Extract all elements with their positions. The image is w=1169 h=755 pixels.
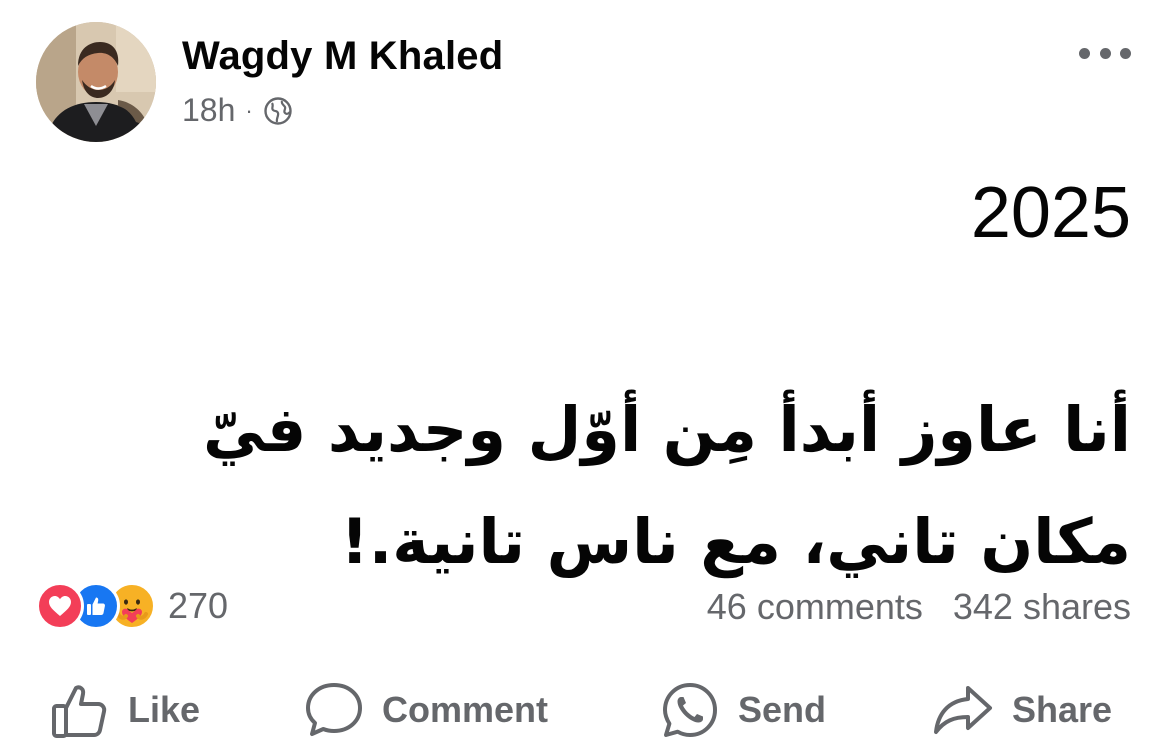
author-avatar[interactable] [36,22,156,142]
reactions-count: 270 [168,585,229,626]
post-meta: 18h · [182,92,293,129]
more-dot [1120,47,1131,59]
more-options-button[interactable] [1079,44,1131,62]
thumbs-up-icon [50,680,110,740]
like-button[interactable]: Like [50,670,200,750]
globe-icon [263,96,293,126]
comment-icon [304,680,364,740]
meta-separator: · [245,97,253,123]
share-arrow-icon [932,680,994,740]
comments-count[interactable]: 46 comments [707,586,923,628]
whatsapp-icon [660,680,720,740]
avatar-photo [36,22,156,142]
more-dot [1079,47,1090,59]
post-text: أنا عاوز أبدأ مِن أوّل وجديد فيّ مكان تا… [202,393,1131,578]
share-label: Share [1012,689,1113,730]
shares-count[interactable]: 342 shares [953,586,1131,628]
share-button[interactable]: Share [932,670,1112,750]
send-label: Send [738,689,827,730]
more-dot [1099,47,1111,59]
love-reaction-icon [36,582,84,630]
reactions-summary[interactable]: 270 [36,582,228,630]
post-time[interactable]: 18h [182,92,235,129]
facebook-post: Wagdy M Khaled 18h · 2025 أنا عاوز أبدأ … [0,0,1169,755]
like-label: Like [128,689,201,730]
action-bar: Like Comment Send Share [0,670,1169,750]
author-name[interactable]: Wagdy M Khaled [182,34,503,79]
engagement-stats: 46 comments 342 shares [707,586,1131,628]
post-year: 2025 [970,173,1131,253]
send-button[interactable]: Send [660,670,826,750]
comment-button[interactable]: Comment [304,670,548,750]
comment-label: Comment [382,689,549,730]
